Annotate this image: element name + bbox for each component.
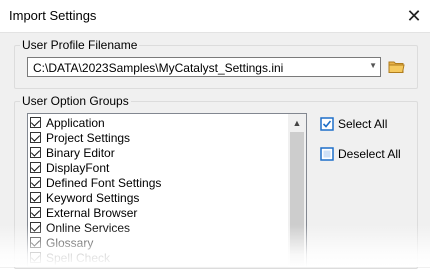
list-item-label: Defined Font Settings xyxy=(46,175,162,190)
list-item[interactable]: Binary Editor xyxy=(28,145,288,160)
profile-group-label: User Profile Filename xyxy=(20,38,140,52)
list-item[interactable]: Online Services xyxy=(28,220,288,235)
checkbox[interactable] xyxy=(30,237,41,248)
profile-filename-value: C:\DATA\2023Samples\MyCatalyst_Settings.… xyxy=(33,61,284,75)
list-item[interactable]: Defined Font Settings xyxy=(28,175,288,190)
list-item-label: Binary Editor xyxy=(46,145,115,160)
close-icon: ✕ xyxy=(406,5,422,26)
list-item[interactable]: Spell Check xyxy=(28,250,288,265)
options-group-label: User Option Groups xyxy=(20,94,131,108)
deselect-all-icon xyxy=(320,147,334,161)
list-item[interactable]: Keyword Settings xyxy=(28,190,288,205)
list-item-label: Keyword Settings xyxy=(46,190,140,205)
window-title: Import Settings xyxy=(9,8,97,23)
list-item-label: DisplayFont xyxy=(46,160,110,175)
close-button[interactable]: ✕ xyxy=(398,0,430,32)
list-item-label: Spell Check xyxy=(46,250,111,265)
list-item-label: Glossary xyxy=(46,235,94,250)
list-item-label: Project Settings xyxy=(46,130,131,145)
select-all-icon xyxy=(320,117,334,131)
title-bar: Import Settings ✕ xyxy=(0,0,430,32)
select-all-label: Select All xyxy=(338,117,388,131)
chevron-down-icon[interactable]: ▼ xyxy=(369,61,377,70)
profile-filename-combo[interactable]: C:\DATA\2023Samples\MyCatalyst_Settings.… xyxy=(27,57,381,77)
list-item-label: Application xyxy=(46,115,105,130)
deselect-all-button[interactable]: Deselect All xyxy=(320,144,401,164)
folder-icon xyxy=(388,61,405,73)
checkbox[interactable] xyxy=(30,252,41,263)
select-all-button[interactable]: Select All xyxy=(320,114,387,134)
checkbox[interactable] xyxy=(30,147,41,158)
list-item[interactable]: External Browser xyxy=(28,205,288,220)
list-item[interactable]: Application xyxy=(28,115,288,130)
deselect-all-label: Deselect All xyxy=(338,147,401,161)
checkbox[interactable] xyxy=(30,177,41,188)
list-item-label: External Browser xyxy=(46,205,138,220)
checkbox[interactable] xyxy=(30,192,41,203)
browse-folder-button[interactable] xyxy=(388,58,405,75)
checkbox[interactable] xyxy=(30,117,41,128)
list-item[interactable]: Project Settings xyxy=(28,130,288,145)
checkbox[interactable] xyxy=(30,207,41,218)
list-item[interactable]: Glossary xyxy=(28,235,288,250)
checkbox[interactable] xyxy=(30,132,41,143)
checkbox[interactable] xyxy=(30,162,41,173)
list-scrollbar[interactable]: ▲ xyxy=(288,114,306,267)
list-item[interactable]: DisplayFont xyxy=(28,160,288,175)
list-item-label: Online Services xyxy=(46,220,131,235)
scrollbar-thumb[interactable] xyxy=(290,132,304,267)
checkbox[interactable] xyxy=(30,222,41,233)
option-groups-list[interactable]: Application Project Settings Binary Edit… xyxy=(27,113,307,267)
scroll-up-icon[interactable]: ▲ xyxy=(288,114,306,131)
